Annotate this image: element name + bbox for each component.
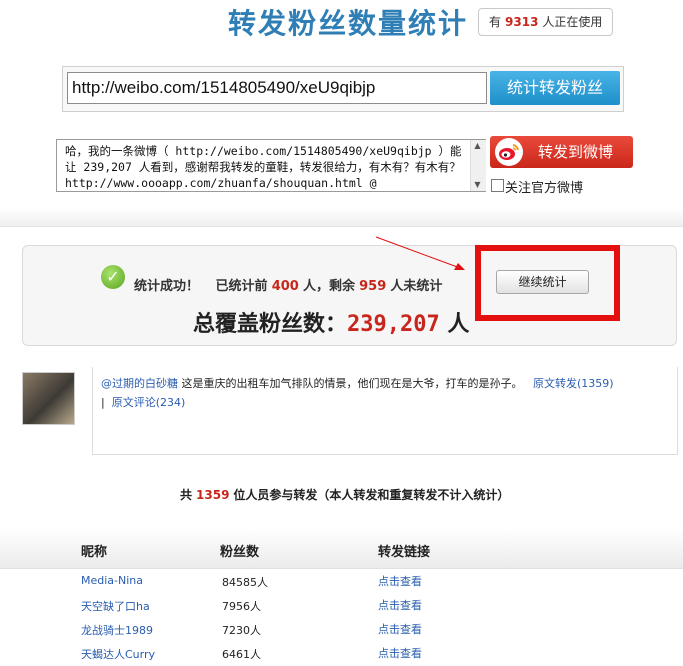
annotation-highlight-box — [475, 245, 620, 321]
row-nickname[interactable]: 天空缺了口ha — [81, 598, 150, 614]
follow-official-label: 关注官方微博 — [505, 181, 584, 196]
counted-number: 400 — [271, 279, 299, 294]
table-row: Media-Nina 84585人 点击查看 — [0, 570, 683, 594]
comment-link[interactable]: 原文评论(234) — [112, 396, 186, 409]
table-row: 天蝎达人Curry 6461人 点击查看 — [0, 642, 683, 666]
page-title: 转发粉丝数量统计 — [228, 7, 469, 40]
weibo-url-input[interactable]: http://weibo.com/1514805490/xeU9qibjp — [67, 72, 487, 104]
scroll-down-arrow-icon[interactable]: ▼ — [472, 180, 483, 189]
stat-progress-line: 统计成功！ 已统计前 400 人，剩余 959 人未统计 — [134, 275, 442, 294]
row-view-link[interactable]: 点击查看 — [378, 645, 422, 661]
row-view-link[interactable]: 点击查看 — [378, 621, 422, 637]
post-line: | 原文评论(234) — [101, 394, 185, 410]
post-author-link[interactable]: @过期的白砂糖 — [101, 377, 178, 390]
row-nickname[interactable]: Media-Nina — [81, 574, 143, 587]
row-fans-count: 7230人 — [222, 624, 261, 637]
weibo-logo-icon — [495, 138, 523, 166]
success-text: 统计成功！ — [134, 279, 200, 294]
scroll-up-arrow-icon[interactable]: ▲ — [472, 141, 483, 150]
row-nickname[interactable]: 龙战骑士1989 — [81, 622, 153, 638]
column-header-link: 转发链接 — [378, 545, 431, 560]
row-view-link[interactable]: 点击查看 — [378, 597, 422, 613]
link-separator: | — [101, 396, 105, 409]
counted-mid: 人，剩余 — [302, 279, 355, 294]
table-row: 龙战骑士1989 7230人 点击查看 — [0, 618, 683, 642]
annotation-arrow — [375, 236, 465, 270]
participants-count: 1359 — [196, 488, 230, 502]
remaining-number: 959 — [359, 279, 387, 294]
summary-suffix: 位人员参与转发（本人转发和重复转发不计入统计） — [233, 488, 510, 502]
table-row: 天空缺了口ha 7956人 点击查看 — [0, 594, 683, 618]
online-users-badge: 有 9313 人正在使用 — [478, 8, 614, 36]
online-count: 9313 — [505, 15, 539, 29]
success-check-icon: ✓ — [101, 265, 125, 289]
column-header-nick: 昵称 — [81, 545, 108, 560]
total-label: 总覆盖粉丝数： — [193, 312, 348, 337]
avatar[interactable] — [22, 372, 75, 425]
section-divider — [0, 208, 683, 227]
share-button-label: 转发到微博 — [538, 143, 614, 161]
summary-prefix: 共 — [180, 488, 193, 502]
row-view-link[interactable]: 点击查看 — [378, 573, 422, 589]
total-fans-line: 总覆盖粉丝数：239,207 人 — [193, 306, 469, 338]
column-header-fans: 粉丝数 — [220, 545, 260, 560]
repost-link[interactable]: 原文转发(1359) — [533, 377, 614, 390]
online-suffix: 人正在使用 — [542, 15, 603, 29]
post-line: @过期的白砂糖 这是重庆的出租车加气排队的情景，他们现在是大爷，打车的是孙子。 … — [101, 375, 614, 391]
follow-official-checkbox[interactable] — [491, 179, 504, 192]
counted-prefix: 已统计前 — [215, 279, 268, 294]
participants-summary: 共 1359 位人员参与转发（本人转发和重复转发不计入统计） — [180, 486, 509, 503]
total-fans-value: 239,207 — [347, 312, 440, 337]
remaining-suffix: 人未统计 — [390, 279, 443, 294]
row-fans-count: 84585人 — [222, 576, 268, 589]
row-fans-count: 7956人 — [222, 600, 261, 613]
total-unit: 人 — [447, 312, 470, 337]
post-content: 这是重庆的出租车加气排队的情景，他们现在是大爷，打车的是孙子。 — [181, 377, 523, 390]
online-prefix: 有 — [489, 15, 502, 29]
share-text-area[interactable]: 哈，我的一条微博（ http://weibo.com/1514805490/xe… — [56, 139, 486, 192]
count-fans-button[interactable]: 统计转发粉丝 — [490, 71, 620, 105]
